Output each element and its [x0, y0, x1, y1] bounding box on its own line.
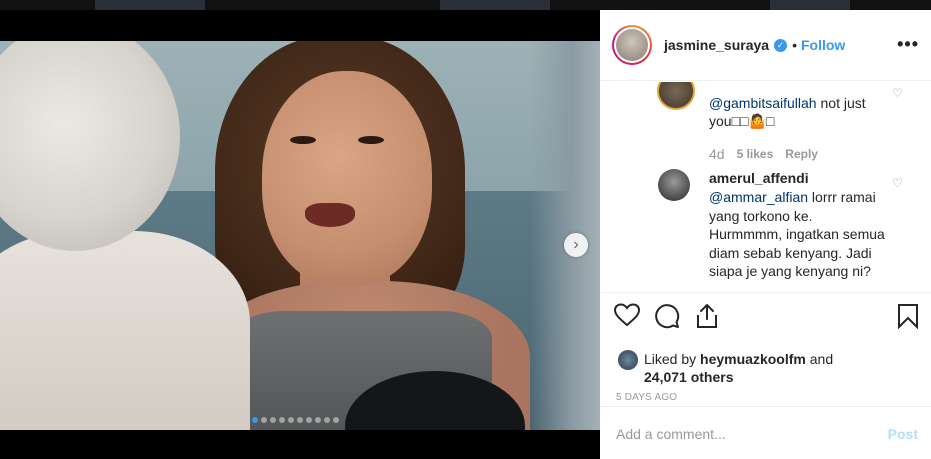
avatar-inner: [614, 27, 650, 63]
header-separator: •: [792, 37, 797, 53]
commenter-avatar[interactable]: [657, 82, 695, 110]
reply-button[interactable]: Reply: [785, 147, 818, 161]
comment-icon[interactable]: [654, 303, 680, 329]
carousel-dot: [279, 417, 285, 423]
post-photo[interactable]: [0, 41, 600, 430]
carousel-dot: [315, 417, 321, 423]
photo-right-blur: [530, 41, 600, 430]
comment-like-heart-icon[interactable]: ♡: [892, 176, 903, 190]
carousel-dot: [288, 417, 294, 423]
avatar-image: [616, 29, 648, 61]
comment-mention[interactable]: @ammar_alfian: [709, 189, 808, 205]
liker-username[interactable]: heymuazkoolfm: [700, 351, 806, 367]
photo-eye: [358, 136, 384, 144]
bookmark-icon[interactable]: [897, 303, 919, 329]
carousel-dot: [252, 417, 258, 423]
carousel-dot: [297, 417, 303, 423]
commenter-avatar[interactable]: [658, 169, 690, 201]
comment-likes[interactable]: 5 likes: [737, 147, 774, 161]
follow-button[interactable]: Follow: [801, 37, 845, 53]
carousel-dot: [333, 417, 339, 423]
post-media: ›: [0, 10, 600, 459]
chevron-right-icon: ›: [573, 236, 579, 253]
commenter-username[interactable]: amerul_affendi: [709, 170, 809, 186]
background-thumbnail: [440, 0, 550, 10]
likes-count[interactable]: 24,071 others: [644, 369, 734, 385]
background-strip: [0, 0, 931, 10]
comment-text: @gambitsaifullah not just you□□🤷□: [709, 94, 889, 130]
comment-mention[interactable]: @gambitsaifullah: [709, 95, 817, 111]
action-icon-row: [614, 303, 924, 333]
more-options-icon[interactable]: •••: [897, 34, 919, 55]
verified-badge-icon: ✓: [774, 38, 788, 52]
likes-prefix: Liked by: [644, 351, 701, 367]
comment-composer: Add a comment... Post: [600, 406, 931, 459]
comment-text: @ammar_alfian lorrr ramai yang torkono k…: [709, 188, 889, 281]
photo-mouth: [305, 203, 355, 227]
likes-summary: Liked by heymuazkoolfm and 24,071 others: [618, 350, 884, 386]
post-header: jasmine_suraya ✓ • Follow •••: [600, 10, 931, 81]
post-side-panel: jasmine_suraya ✓ • Follow ••• ♡ @gambits…: [600, 10, 931, 459]
carousel-dot: [270, 417, 276, 423]
heart-icon[interactable]: [614, 303, 640, 327]
comment-time[interactable]: 4d: [709, 146, 725, 162]
post-date[interactable]: 5 DAYS AGO: [616, 392, 677, 403]
carousel-indicator: [252, 417, 339, 423]
carousel-next-button[interactable]: ›: [564, 233, 588, 257]
photo-woman-face: [262, 71, 432, 286]
liker-avatar[interactable]: [618, 350, 638, 370]
carousel-dot: [306, 417, 312, 423]
share-icon[interactable]: [695, 303, 719, 329]
author-username[interactable]: jasmine_suraya: [664, 37, 769, 53]
carousel-dot: [261, 417, 267, 423]
comment-input[interactable]: Add a comment...: [616, 426, 726, 442]
photo-elder-body: [0, 231, 250, 430]
photo-eye: [290, 136, 316, 144]
comments-list[interactable]: ♡ @gambitsaifullah not just you□□🤷□ 4d 5…: [600, 82, 931, 297]
background-thumbnail: [95, 0, 205, 10]
carousel-dot: [324, 417, 330, 423]
likes-text: Liked by heymuazkoolfm and 24,071 others: [644, 350, 884, 386]
post-comment-button[interactable]: Post: [888, 426, 918, 442]
author-avatar[interactable]: [612, 25, 652, 65]
comment-like-heart-icon[interactable]: ♡: [892, 86, 903, 100]
likes-and: and: [805, 351, 834, 367]
post-actions: Liked by heymuazkoolfm and 24,071 others…: [600, 292, 931, 417]
comment-meta: 4d 5 likes Reply: [709, 146, 818, 162]
background-thumbnail: [770, 0, 850, 10]
